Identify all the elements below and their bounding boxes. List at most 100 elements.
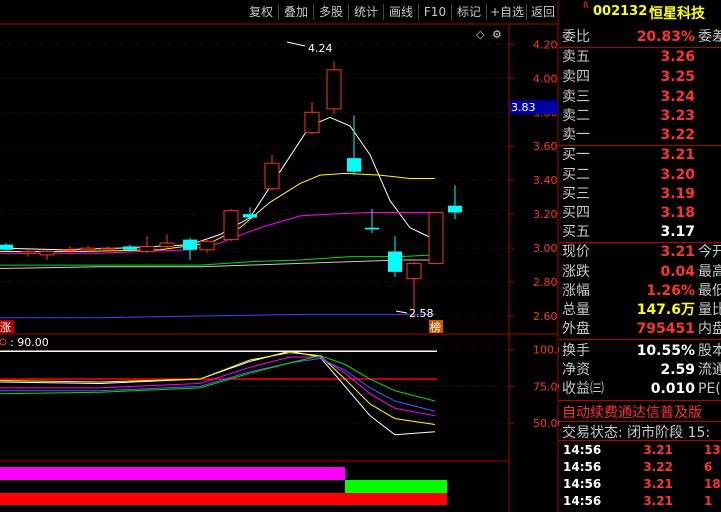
toolbar-f10-button[interactable]: F10 [422,3,448,21]
quote-row: 收益㈢ 0.010PE(动) [559,380,721,399]
candle-body [80,247,96,251]
news-text[interactable]: 自动续费通达信普及版 [562,402,702,422]
candle-body [243,214,257,218]
candle[interactable] [223,209,239,242]
tick-row[interactable]: 14:56 3.21 18 [559,477,721,494]
candle[interactable] [243,207,257,220]
candle[interactable] [183,237,197,260]
candle-body [365,227,379,230]
quote-row: 外盘 795451 内盘 [559,320,721,339]
quote-value: 147.6万 [636,302,695,318]
toolbar-multistock-button[interactable]: 多股 [317,3,345,21]
indicator-tick-label: 50.00 [533,417,559,430]
price-tick-label: 4.20 [533,38,558,51]
quote-label-secondary: 委差 [698,29,721,45]
marker-label: 涨 [0,321,11,334]
kline-chart[interactable]: 4.204.003.803.603.403.203.002.802.603.83… [0,0,559,512]
quote-label: 换手 [562,343,590,359]
quote-label: 卖三 [562,89,590,105]
candle[interactable] [264,154,280,191]
quote-row: 买四 3.18 [559,204,721,223]
gear-icon[interactable]: ⚙ [492,28,502,41]
candle-body [100,247,116,250]
candle[interactable] [139,236,155,254]
price-grid [0,43,509,317]
quote-value: 3.19 [660,186,695,202]
candle[interactable] [100,246,116,250]
candle-body [183,239,197,250]
candle[interactable] [20,249,36,257]
quote-label: 涨跌 [562,264,590,280]
trade-status-text: 交易状态: 闭市阶段 15: [562,425,711,441]
marker-label: 榜 [430,320,441,334]
quote-label-secondary: PE(动) [698,381,721,397]
candle[interactable] [428,211,444,264]
candle-body [264,162,280,190]
high-annotation: 4.24 [308,42,333,55]
candle[interactable] [448,185,462,220]
quote-label: 卖一 [562,127,590,143]
candle-body [62,249,78,252]
quote-row: 买二 3.20 [559,166,721,185]
quote-label: 买五 [562,224,590,240]
stock-code: 002132 [593,4,648,19]
quote-value: 3.25 [660,69,695,85]
candle[interactable] [388,236,402,277]
toolbar-drawline-button[interactable]: 画线 [387,3,415,21]
candle[interactable] [62,246,78,254]
price-axis: 4.204.003.803.603.403.203.002.802.603.83 [509,38,558,323]
toolbar-back-button[interactable]: 返回 [529,3,557,21]
chart-toolbar: 复权 叠加 多股 统计 画线 F10 标记 +自选 返回 [0,0,558,24]
price-tick-label: 3.40 [533,174,558,187]
signal-bar [0,467,345,480]
quote-value: 10.55% [636,343,695,359]
tick-price: 3.22 [643,460,673,474]
toolbar-overlay-button[interactable]: 叠加 [282,3,310,21]
tick-row[interactable]: 14:56 3.22 6 [559,460,721,477]
toolbar-mark-button[interactable]: 标记 [455,3,483,21]
candle[interactable] [347,115,361,176]
candle[interactable] [0,243,13,252]
toolbar-fuquan-button[interactable]: 复权 [247,3,275,21]
candle[interactable] [326,61,342,114]
tick-row[interactable]: 14:56 3.21 1 [559,494,721,511]
candlesticks[interactable] [0,61,462,317]
tick-row[interactable]: 14:56 3.21 13 [559,443,721,460]
tick-volume: 1 [704,494,713,508]
quote-value: 3.18 [660,205,695,221]
ma-line-2 [0,211,435,254]
ma-line-5 [0,313,435,319]
quote-row: 总量 147.6万 量比 [559,301,721,320]
tick-price: 3.21 [643,477,673,491]
candle-body [347,158,361,172]
candle[interactable] [304,102,320,135]
trade-status: 交易状态: 闭市阶段 15: [559,421,721,441]
quote-value: 0.010 [650,381,695,397]
news-ticker[interactable]: 自动续费通达信普及版 [559,400,721,421]
quote-row: 买三 3.19 [559,185,721,204]
diamond-icon[interactable]: ◇ [476,28,485,41]
quote-value: 3.23 [660,108,695,124]
toolbar-add-favorite-button[interactable]: +自选 [490,3,524,21]
candle[interactable] [39,249,55,260]
quote-value: 3.24 [660,89,695,105]
high-arrow [286,41,306,47]
candle-body [20,251,36,254]
toolbar-stats-button[interactable]: 统计 [352,3,380,21]
tick-time: 14:56 [563,477,602,491]
stock-badge: R [583,1,589,10]
candle[interactable] [159,234,175,249]
quote-label: 现价 [562,244,590,260]
moving-average-lines [0,116,436,319]
candle-body [199,240,215,251]
quote-value: 20.83% [636,29,695,45]
candle-body [123,246,137,250]
candle-body [406,262,422,280]
quote-value: 2.59 [660,362,695,378]
quote-value: 3.22 [660,127,695,143]
tick-time: 14:56 [563,494,602,508]
quote-label-secondary: 最低 [698,283,721,299]
tick-price: 3.21 [643,443,673,457]
quote-value: 1.26% [646,283,695,299]
candle-body [139,245,155,253]
